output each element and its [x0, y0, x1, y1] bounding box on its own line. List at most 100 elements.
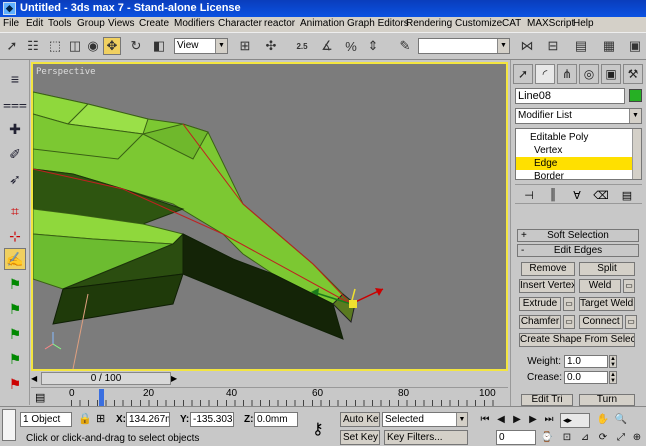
next-frame-icon[interactable]: ▶ [526, 413, 540, 427]
key-filters-button[interactable]: Key Filters... [384, 430, 468, 445]
x-coordinate-field[interactable]: 134.267mm [126, 412, 170, 427]
configure-sets-icon[interactable]: ▤ [619, 187, 635, 203]
menu-create[interactable]: Create [139, 18, 169, 29]
stack-item-editable-poly[interactable]: Editable Poly [516, 131, 634, 144]
z-coordinate-field[interactable]: 0.0mm [254, 412, 298, 427]
named-selection-icon[interactable]: ✎ [396, 37, 414, 55]
stack-item-edge[interactable]: Edge [516, 157, 634, 170]
stack-scrollbar[interactable] [632, 129, 641, 179]
key-icon[interactable]: ⚷ [312, 419, 324, 439]
menu-animation[interactable]: Animation [300, 18, 344, 29]
perspective-viewport[interactable]: Perspective [31, 62, 508, 371]
menu-tools[interactable]: Tools [48, 18, 71, 29]
weight-input[interactable]: 1.0 [564, 355, 608, 368]
hierarchy-tab-icon[interactable]: ⋔ [557, 64, 577, 84]
auto-key-button[interactable]: Auto Key [340, 412, 380, 427]
make-unique-icon[interactable]: ∀ [569, 187, 585, 203]
menu-customize[interactable]: Customize [455, 18, 502, 29]
edit-triangulation-button[interactable]: Edit Tri [521, 394, 573, 406]
modifier-list-dropdown[interactable]: Modifier List ▼ [515, 108, 642, 124]
field-of-view-icon[interactable]: ⊿ [578, 431, 592, 445]
arc-rotate-icon[interactable]: ⊕ [630, 431, 644, 445]
spinner-arrows-icon[interactable]: ▲ ▼ [609, 355, 617, 368]
window-crossing-icon[interactable]: ◫ [66, 37, 84, 55]
chamfer-button[interactable]: Chamfer [519, 315, 561, 329]
track-bar-icon[interactable]: ▤ [35, 391, 45, 404]
soft-selection-rollout[interactable]: + Soft Selection [517, 229, 639, 242]
menu-cat[interactable]: CAT [502, 18, 521, 29]
key-mode-dropdown[interactable]: Selected ▼ [382, 412, 468, 427]
time-slider[interactable]: ◀ 0 / 100 ▶ [31, 372, 508, 386]
motion-tab-icon[interactable]: ◎ [579, 64, 599, 84]
angle-snap-icon[interactable]: ∡ [318, 37, 336, 55]
extrude-button[interactable]: Extrude [519, 297, 561, 311]
flag-icon[interactable]: ⚑ [4, 323, 26, 345]
goto-start-icon[interactable]: ⏮ [478, 413, 492, 427]
play-icon[interactable]: ▶ [510, 413, 524, 427]
reference-coordinate-dropdown[interactable]: View ▼ [174, 38, 228, 54]
extrude-settings-icon[interactable]: ▭ [563, 297, 575, 311]
crease-input[interactable]: 0.0 [564, 371, 608, 384]
select-rotate-icon[interactable]: ↻ [127, 37, 145, 55]
turn-button[interactable]: Turn [579, 394, 635, 406]
select-center-icon[interactable]: ◉ [84, 37, 102, 55]
select-object-icon[interactable]: ➚ [3, 37, 21, 55]
select-manipulate-icon[interactable]: ✣ [262, 37, 280, 55]
layers-icon[interactable]: ≡ [4, 68, 26, 90]
zoom-icon[interactable]: 🔍 [614, 413, 628, 427]
curve-editor-icon[interactable]: ▦ [600, 37, 618, 55]
select-scale-icon[interactable]: ◧ [150, 37, 168, 55]
cross-icon[interactable]: ✚ [4, 118, 26, 140]
time-slider-handle[interactable]: 0 / 100 [41, 372, 171, 385]
3ds-max-logo-icon[interactable]: ◆ [3, 2, 16, 15]
cursor-icon[interactable]: ➶ [4, 168, 26, 190]
flag-icon[interactable]: ⚑ [4, 348, 26, 370]
chevron-right-icon[interactable]: ▶ [171, 372, 181, 385]
schematic-view-icon[interactable]: ▣ [626, 37, 644, 55]
current-frame-field[interactable]: 0 [496, 430, 536, 445]
set-key-button[interactable]: Set Key [340, 430, 380, 445]
weld-button[interactable]: Weld [579, 279, 621, 293]
stack-item-border[interactable]: Border [516, 170, 634, 179]
flag-icon[interactable]: ⚑ [4, 298, 26, 320]
spinner-arrows-icon[interactable]: ▲ ▼ [609, 371, 617, 384]
menu-modifiers[interactable]: Modifiers [174, 18, 215, 29]
menu-group[interactable]: Group [77, 18, 105, 29]
mirror-icon[interactable]: ⋈ [518, 37, 536, 55]
insert-vertex-button[interactable]: Insert Vertex [519, 279, 575, 293]
flag-icon[interactable]: ⚑ [4, 273, 26, 295]
target-weld-button[interactable]: Target Weld [579, 297, 635, 311]
display-tab-icon[interactable]: ▣ [601, 64, 621, 84]
chevron-left-icon[interactable]: ◀ [31, 372, 41, 385]
menu-file[interactable]: File [3, 18, 19, 29]
weld-settings-icon[interactable]: ▭ [623, 279, 635, 293]
spinner-snap-icon[interactable]: ⇕ [364, 37, 382, 55]
utilities-tab-icon[interactable]: ⚒ [623, 64, 643, 84]
orbit-icon[interactable]: ⟳ [596, 431, 610, 445]
menu-views[interactable]: Views [108, 18, 135, 29]
snap-toggle-icon[interactable]: 2.5 [290, 37, 314, 55]
previous-frame-icon[interactable]: ◀ [494, 413, 508, 427]
time-config-icon[interactable]: ⌚ [540, 431, 554, 445]
cut-icon[interactable]: ⌗ [4, 200, 26, 222]
menu-maxscript[interactable]: MAXScript [527, 18, 574, 29]
stack-item-vertex[interactable]: Vertex [516, 144, 634, 157]
chamfer-settings-icon[interactable]: ▭ [563, 315, 575, 329]
create-tab-icon[interactable]: ➚ [513, 64, 533, 84]
percent-snap-icon[interactable]: % [342, 37, 360, 55]
menu-rendering[interactable]: Rendering [406, 18, 452, 29]
stack-icon[interactable]: ⩶ [3, 93, 27, 115]
menu-graph-editors[interactable]: Graph Editors [347, 18, 409, 29]
connect-settings-icon[interactable]: ▭ [625, 315, 637, 329]
zoom-region-icon[interactable]: ⊡ [560, 431, 574, 445]
lock-icon[interactable]: 🔒 [78, 412, 92, 425]
menu-edit[interactable]: Edit [26, 18, 43, 29]
connect-button[interactable]: Connect [579, 315, 623, 329]
viewport-label[interactable]: Perspective [36, 67, 96, 77]
menu-help[interactable]: Help [573, 18, 594, 29]
y-coordinate-field[interactable]: -135.303mm [190, 412, 234, 427]
edit-edges-rollout[interactable]: - Edit Edges [517, 244, 639, 257]
layer-manager-icon[interactable]: ▤ [572, 37, 590, 55]
pivot-center-icon[interactable]: ⊞ [236, 37, 254, 55]
goto-end-icon[interactable]: ⏭ [542, 413, 556, 427]
